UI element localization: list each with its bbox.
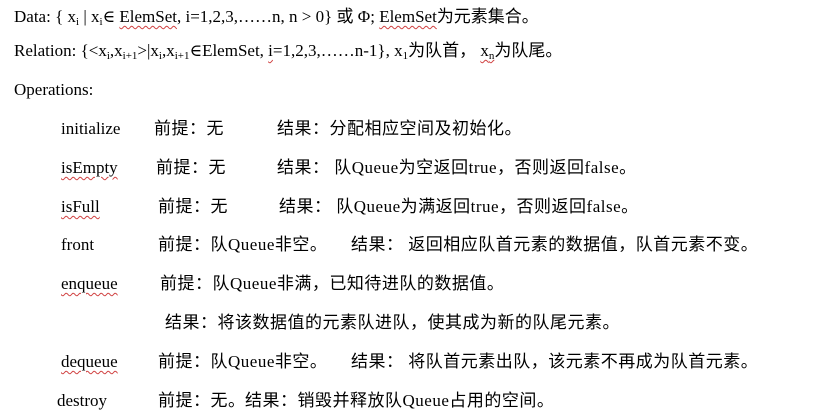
operation-row: isEmpty 前提：无 结果： 队Queue为空返回true，否则返回fals…: [61, 157, 831, 179]
operation-precondition: 前提：无。: [158, 391, 246, 410]
relation-tail-text: 为队尾。: [494, 41, 563, 60]
operation-name: isEmpty: [61, 158, 118, 177]
operation-result: 结果：将该数据值的元素队进队，使其成为新的队尾元素。: [165, 313, 620, 332]
data-elemset-term-2: ElemSet: [379, 7, 437, 26]
data-range: , i=1,2,3,……n, n > 0} 或 Φ;: [176, 7, 380, 26]
data-definition-line: Data: { xi | xi∈ ElemSet, i=1,2,3,……n, n…: [14, 6, 539, 28]
operation-result: 结果： 队Queue为满返回true，否则返回false。: [279, 197, 639, 216]
operation-name: isFull: [61, 197, 100, 216]
relation-sub-i1-2: i+1: [174, 50, 190, 62]
operation-row: front 前提：队Queue非空。 结果： 返回相应队首元素的数据值，队首元素…: [61, 234, 831, 256]
operation-row: dequeue 前提：队Queue非空。 结果： 将队首元素出队，该元素不再成为…: [61, 351, 831, 373]
data-elem-symbol: ∈: [102, 7, 120, 26]
operation-row: 结果：将该数据值的元素队进队，使其成为新的队尾元素。: [61, 312, 831, 334]
operation-result: 结果：分配相应空间及初始化。: [277, 119, 522, 138]
operation-result: 结果： 返回相应队首元素的数据值，队首元素不变。: [351, 235, 759, 254]
operation-result: 结果： 队Queue为空返回true，否则返回false。: [277, 158, 637, 177]
relation-label: Relation:: [14, 41, 77, 60]
operation-name: enqueue: [61, 274, 118, 293]
data-tail: 为元素集合。: [436, 7, 539, 26]
relation-comma-2: ,x: [161, 41, 175, 60]
operation-name: destroy: [57, 391, 108, 410]
data-label: Data:: [14, 7, 51, 26]
operation-name: dequeue: [61, 352, 118, 371]
operation-precondition: 前提：队Queue非空。: [158, 235, 328, 254]
relation-range: =1,2,3,……n-1}, x: [272, 41, 403, 60]
relation-open: {<x: [76, 41, 107, 60]
operation-precondition: 前提：队Queue非空。: [158, 352, 328, 371]
relation-elem: ∈ElemSet,: [189, 41, 269, 60]
operation-row: destroy 前提：无。 结果：销毁并释放队Queue占用的空间。: [57, 390, 831, 412]
relation-sub-i1: i+1: [122, 50, 138, 62]
relation-head-text: 为队首，: [408, 41, 477, 60]
relation-xn: xn: [480, 41, 495, 62]
operation-name: initialize: [61, 119, 121, 138]
operation-precondition: 前提：无: [156, 158, 226, 177]
data-set-open: { x: [55, 7, 76, 26]
relation-comma: ,x: [109, 41, 123, 60]
operation-row: enqueue 前提：队Queue非满，已知待进队的数据值。: [61, 273, 831, 295]
operation-result: 结果：销毁并释放队Queue占用的空间。: [245, 391, 555, 410]
operations-label: Operations:: [14, 80, 94, 99]
operation-result: 结果： 将队首元素出队，该元素不再成为队首元素。: [351, 352, 759, 371]
operation-row: initialize 前提：无 结果：分配相应空间及初始化。: [61, 118, 831, 140]
operation-name: front: [61, 235, 95, 254]
operation-precondition: 前提：无: [158, 197, 228, 216]
relation-bar: >|x: [137, 41, 159, 60]
operation-precondition: 前提：无: [154, 119, 224, 138]
operation-precondition: 前提：队Queue非满，已知待进队的数据值。: [160, 274, 505, 293]
operation-row: isFull 前提：无 结果： 队Queue为满返回true，否则返回false…: [61, 196, 831, 218]
relation-definition-line: Relation: {<xi,xi+1>|xi,xi+1∈ElemSet, i=…: [14, 40, 562, 62]
data-bar: | x: [79, 7, 100, 26]
data-elemset-term: ElemSet: [119, 7, 177, 26]
